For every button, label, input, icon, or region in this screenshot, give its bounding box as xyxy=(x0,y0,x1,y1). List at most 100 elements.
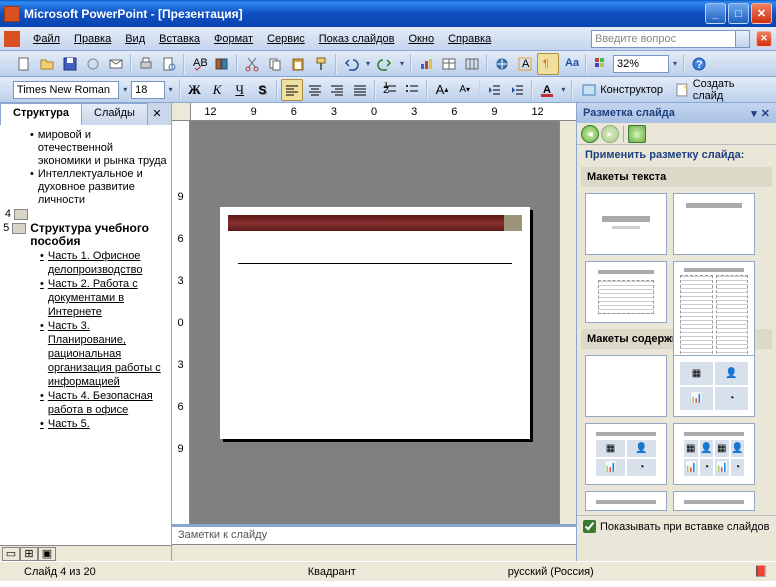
numbered-list-icon[interactable]: 12 xyxy=(379,79,401,101)
permission-icon[interactable] xyxy=(82,53,104,75)
font-color-dropdown[interactable]: ▾ xyxy=(558,85,568,94)
control-icon[interactable] xyxy=(4,31,20,47)
layout-partial-2[interactable] xyxy=(673,491,755,511)
layout-content[interactable]: ▦👤📊◔ xyxy=(673,355,755,417)
research-icon[interactable] xyxy=(211,53,233,75)
ask-dropdown[interactable] xyxy=(736,30,750,48)
paste-icon[interactable] xyxy=(287,53,309,75)
menu-edit[interactable]: Правка xyxy=(67,30,118,48)
hyperlink-icon[interactable] xyxy=(491,53,513,75)
layout-title-only[interactable] xyxy=(673,193,755,255)
shadow-icon[interactable]: S xyxy=(252,79,274,101)
ask-question-input[interactable]: Введите вопрос xyxy=(591,30,736,48)
tables-borders-icon[interactable] xyxy=(461,53,483,75)
decrease-indent-icon[interactable] xyxy=(483,79,505,101)
zoom-dropdown[interactable]: ▾ xyxy=(670,59,680,68)
doc-close-button[interactable]: ✕ xyxy=(756,31,772,47)
decrease-font-icon[interactable]: A▾ xyxy=(454,79,476,101)
align-left-icon[interactable] xyxy=(281,79,303,101)
designer-button[interactable]: Конструктор xyxy=(576,79,668,101)
new-slide-button[interactable]: Создать слайд xyxy=(669,79,772,101)
align-right-icon[interactable] xyxy=(327,79,349,101)
menu-view[interactable]: Вид xyxy=(118,30,152,48)
outline-sub[interactable]: Часть 3. Планирование, рациональная орга… xyxy=(48,319,169,389)
current-slide[interactable] xyxy=(220,207,530,439)
expand-icon[interactable]: A xyxy=(514,53,536,75)
menu-tools[interactable]: Сервис xyxy=(260,30,312,48)
menu-window[interactable]: Окно xyxy=(402,30,442,48)
underline-icon[interactable]: Ч xyxy=(229,79,251,101)
close-panel-icon[interactable]: ✕ xyxy=(149,105,165,121)
tab-slides[interactable]: Слайды xyxy=(81,103,148,125)
normal-view-icon[interactable]: ▭ xyxy=(2,547,20,561)
fontsize-dropdown[interactable]: ▾ xyxy=(166,85,176,94)
taskpane-close-icon[interactable]: ✕ xyxy=(761,107,770,120)
layout-two-content[interactable]: ▦👤📊◔▦👤📊◔ xyxy=(673,423,755,485)
layout-title-content[interactable]: ▦👤📊◔ xyxy=(585,423,667,485)
redo-dropdown[interactable]: ▾ xyxy=(397,59,407,68)
save-icon[interactable] xyxy=(59,53,81,75)
slide-icon[interactable] xyxy=(12,223,26,234)
close-button[interactable]: ✕ xyxy=(751,3,772,24)
email-icon[interactable] xyxy=(105,53,127,75)
undo-icon[interactable] xyxy=(340,53,362,75)
layout-title[interactable] xyxy=(585,193,667,255)
chart-icon[interactable] xyxy=(415,53,437,75)
ruler-horizontal[interactable]: 12963036912 xyxy=(172,103,576,121)
show-format-icon[interactable]: ¶ xyxy=(537,53,559,75)
menu-format[interactable]: Формат xyxy=(207,30,260,48)
layout-blank[interactable] xyxy=(585,355,667,417)
undo-dropdown[interactable]: ▾ xyxy=(363,59,373,68)
taskpane-dropdown-icon[interactable]: ▾ xyxy=(751,107,757,120)
outline-tree[interactable]: мировой и отечественной экономики и рынк… xyxy=(0,125,171,545)
fontsize-input[interactable]: 18 xyxy=(131,81,165,99)
status-spell-icon[interactable]: 📕 xyxy=(754,565,768,578)
tab-outline[interactable]: Структура xyxy=(0,103,82,125)
checkbox[interactable] xyxy=(583,520,596,533)
sorter-view-icon[interactable]: ⊞ xyxy=(20,547,38,561)
open-icon[interactable] xyxy=(36,53,58,75)
grid-icon[interactable]: Aa xyxy=(560,53,582,75)
slide-icon[interactable] xyxy=(14,209,28,220)
preview-icon[interactable] xyxy=(158,53,180,75)
outline-sub[interactable]: Часть 4. Безопасная работа в офисе xyxy=(48,389,169,417)
zoom-input[interactable]: 32% xyxy=(613,55,669,73)
outline-sub[interactable]: Часть 5. xyxy=(48,417,90,431)
menu-insert[interactable]: Вставка xyxy=(152,30,207,48)
outline-sub[interactable]: Часть 2. Работа с документами в Интернет… xyxy=(48,277,169,319)
horizontal-scrollbar[interactable] xyxy=(172,544,576,561)
outline-bullet[interactable]: мировой и отечественной экономики и рынк… xyxy=(38,129,169,168)
outline-bullet[interactable]: Интеллектуальное и духовное развитие лич… xyxy=(38,168,169,207)
menu-file[interactable]: Файл xyxy=(26,30,67,48)
align-justify-icon[interactable] xyxy=(349,79,371,101)
slideshow-view-icon[interactable]: ▣ xyxy=(38,547,56,561)
show-on-insert-checkbox[interactable]: Показывать при вставке слайдов xyxy=(577,515,776,537)
italic-icon[interactable]: К xyxy=(206,79,228,101)
font-color-icon[interactable]: A xyxy=(536,79,558,101)
increase-indent-icon[interactable] xyxy=(506,79,528,101)
color-icon[interactable] xyxy=(590,53,612,75)
font-dropdown[interactable]: ▾ xyxy=(120,85,130,94)
table-icon[interactable] xyxy=(438,53,460,75)
cut-icon[interactable] xyxy=(241,53,263,75)
increase-font-icon[interactable]: A▴ xyxy=(431,79,453,101)
bullet-list-icon[interactable] xyxy=(402,79,424,101)
maximize-button[interactable]: □ xyxy=(728,3,749,24)
notes-pane[interactable]: Заметки к слайду xyxy=(172,524,576,544)
bold-icon[interactable]: Ж xyxy=(184,79,206,101)
spelling-icon[interactable]: ABC xyxy=(188,53,210,75)
vertical-scrollbar[interactable] xyxy=(559,121,576,524)
outline-sub[interactable]: Часть 1. Офисное делопроизводство xyxy=(48,249,169,277)
help-icon[interactable]: ? xyxy=(688,53,710,75)
menu-slideshow[interactable]: Показ слайдов xyxy=(312,30,402,48)
layout-partial-1[interactable] xyxy=(585,491,667,511)
nav-forward-icon[interactable]: ► xyxy=(601,125,619,143)
print-icon[interactable] xyxy=(135,53,157,75)
layout-title-text[interactable] xyxy=(585,261,667,323)
slide-title[interactable]: Структура учебного пособия xyxy=(30,222,169,248)
format-painter-icon[interactable] xyxy=(310,53,332,75)
nav-home-icon[interactable]: ⌂ xyxy=(628,125,646,143)
nav-back-icon[interactable]: ◄ xyxy=(581,125,599,143)
slide-workspace[interactable] xyxy=(190,121,559,524)
font-input[interactable]: Times New Roman xyxy=(13,81,119,99)
